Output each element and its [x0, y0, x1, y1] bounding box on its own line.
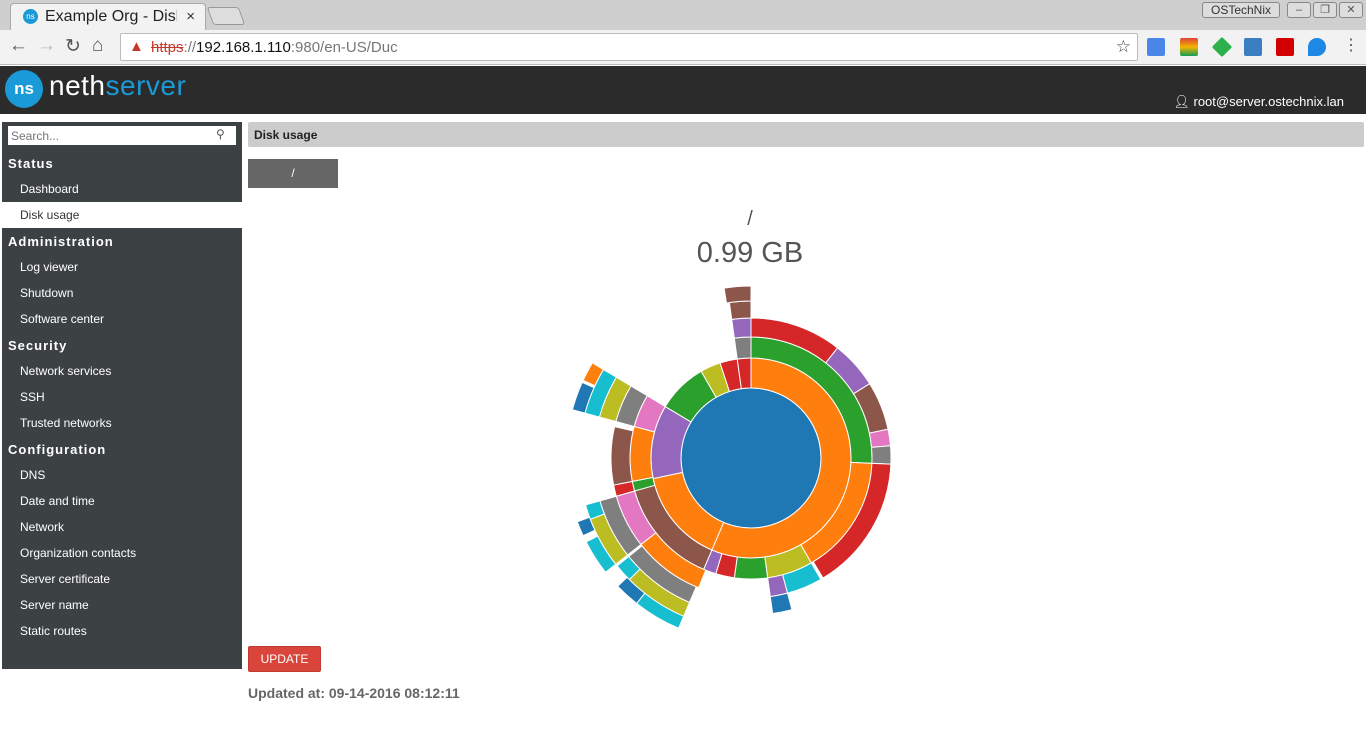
sunburst-segment[interactable]: [733, 556, 769, 580]
close-window-icon[interactable]: ✕: [1339, 2, 1363, 18]
sidebar-item-date-and-time[interactable]: Date and time: [2, 488, 242, 514]
sunburst-segment[interactable]: [680, 387, 822, 529]
minimize-icon[interactable]: –: [1287, 2, 1311, 18]
tab-title: Example Org - Disk usage: [45, 8, 177, 25]
updated-at: Updated at: 09-14-2016 08:12:11: [248, 685, 460, 701]
menu-icon[interactable]: ⋮: [1343, 35, 1359, 55]
sidebar-item-static-routes[interactable]: Static routes: [2, 618, 242, 644]
chart-path: /: [747, 208, 753, 230]
disk-usage-sunburst[interactable]: [551, 258, 951, 658]
url-text: https://192.168.1.110:980/en-US/Duc: [151, 39, 398, 56]
sidebar-item-organization-contacts[interactable]: Organization contacts: [2, 540, 242, 566]
sidebar-item-network[interactable]: Network: [2, 514, 242, 540]
reload-icon[interactable]: ↻: [65, 35, 81, 58]
browser-toolbar: ← → ↻ ⌂ ▲ https://192.168.1.110:980/en-U…: [0, 30, 1366, 65]
sunburst-segment[interactable]: [870, 445, 892, 465]
sunburst-segment[interactable]: [733, 336, 752, 360]
nethserver-logo: ns: [5, 70, 43, 108]
sidebar-item-server-name[interactable]: Server name: [2, 592, 242, 618]
sunburst-segment[interactable]: [629, 425, 656, 483]
bookmark-star-icon[interactable]: ☆: [1116, 37, 1131, 57]
scribd-icon[interactable]: [1244, 38, 1262, 56]
section-configuration: Configuration: [8, 442, 107, 457]
browser-tab[interactable]: ns Example Org - Disk usage ×: [10, 3, 206, 30]
sidebar-item-network-services[interactable]: Network services: [2, 358, 242, 384]
sunburst-segment[interactable]: [731, 317, 752, 339]
sidebar: ⚲ Status DashboardDisk usage Administratio…: [2, 122, 242, 669]
sidebar-item-disk-usage[interactable]: Disk usage: [2, 202, 242, 228]
page-title: Disk usage: [248, 122, 1364, 147]
sidebar-item-dashboard[interactable]: Dashboard: [2, 176, 242, 202]
sidebar-item-shutdown[interactable]: Shutdown: [2, 280, 242, 306]
close-tab-icon[interactable]: ×: [186, 8, 195, 25]
sidebar-item-ssh[interactable]: SSH: [2, 384, 242, 410]
feedly-icon[interactable]: [1211, 36, 1233, 58]
favicon-icon: ns: [23, 9, 38, 24]
path-button[interactable]: /: [248, 159, 338, 188]
vivaldi-icon[interactable]: [1308, 38, 1326, 56]
google-translate-icon[interactable]: [1147, 38, 1165, 56]
section-security: Security: [8, 338, 68, 353]
address-bar[interactable]: ▲ https://192.168.1.110:980/en-US/Duc ☆: [120, 33, 1138, 61]
brand-name: nethserver: [49, 70, 187, 101]
sidebar-item-trusted-networks[interactable]: Trusted networks: [2, 410, 242, 436]
user-icon: 👤︎: [1173, 94, 1190, 109]
search-icon[interactable]: ⚲: [216, 127, 225, 141]
sidebar-item-dns[interactable]: DNS: [2, 462, 242, 488]
chrome-download-icon[interactable]: [1180, 38, 1198, 56]
section-administration: Administration: [8, 234, 114, 249]
new-tab-button[interactable]: [206, 7, 246, 25]
sunburst-segment[interactable]: [728, 300, 752, 320]
section-status: Status: [8, 156, 54, 171]
flipboard-icon[interactable]: [1276, 38, 1294, 56]
sidebar-item-server-certificate[interactable]: Server certificate: [2, 566, 242, 592]
sunburst-segment[interactable]: [610, 426, 634, 486]
update-button[interactable]: UPDATE: [248, 646, 321, 672]
browser-tab-bar: ns Example Org - Disk usage × OSTechNix …: [0, 0, 1366, 30]
back-icon[interactable]: ←: [9, 35, 28, 57]
search-input[interactable]: [8, 126, 236, 145]
app-header: ns nethserver 👤︎ root@server.ostechnix.l…: [0, 66, 1366, 114]
restore-icon[interactable]: ❐: [1313, 2, 1337, 18]
forward-icon[interactable]: →: [37, 35, 56, 57]
sidebar-item-software-center[interactable]: Software center: [2, 306, 242, 332]
sunburst-segment[interactable]: [769, 592, 793, 615]
sidebar-item-log-viewer[interactable]: Log viewer: [2, 254, 242, 280]
user-menu[interactable]: 👤︎ root@server.ostechnix.lan: [1173, 94, 1344, 110]
profile-button[interactable]: OSTechNix: [1202, 2, 1280, 18]
warning-icon: ▲: [129, 38, 144, 55]
home-icon[interactable]: ⌂: [92, 35, 103, 57]
sunburst-segment[interactable]: [723, 285, 752, 304]
